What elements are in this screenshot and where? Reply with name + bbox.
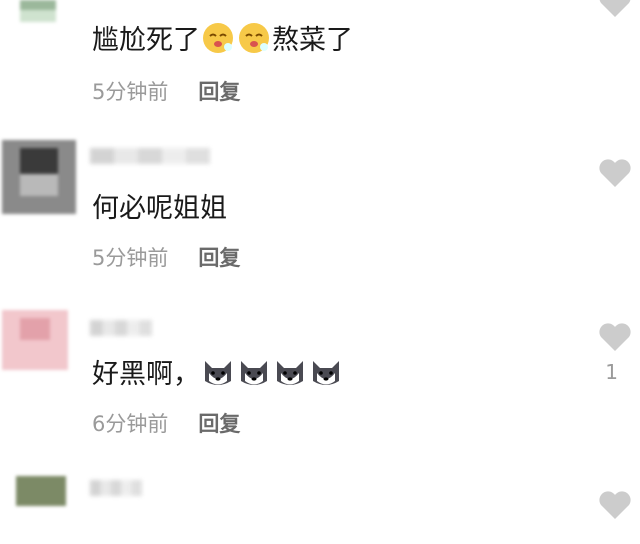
heart-icon[interactable] [598, 158, 632, 188]
avatar[interactable] [2, 300, 76, 374]
comment-text-main: 尴尬死了 [92, 25, 200, 56]
comment-meta: 5分钟前 回复 [92, 242, 240, 272]
comment-text-tail: 熬菜了 [272, 25, 353, 56]
husky-dog-face-icon [241, 360, 267, 385]
comment-text: 何必呢姐姐 [92, 186, 227, 225]
sleepy-face-icon [239, 22, 269, 53]
sleepy-face-icon [203, 22, 233, 53]
comment-time: 5分钟前 [92, 246, 169, 270]
comment-time: 6分钟前 [92, 412, 169, 436]
husky-dog-face-icon [313, 360, 339, 385]
comment-text-main: 何必呢姐姐 [92, 193, 227, 224]
avatar[interactable] [2, 140, 76, 214]
reply-button[interactable]: 回复 [198, 408, 240, 438]
comment-text: 尴尬死了 熬菜了 [92, 18, 353, 57]
heart-icon[interactable] [598, 490, 632, 520]
comment-meta: 5分钟前 回复 [92, 76, 240, 106]
like-count: 1 [605, 360, 618, 384]
username-blurred[interactable] [90, 480, 142, 496]
comment-meta: 6分钟前 回复 [92, 408, 240, 438]
username-blurred[interactable] [90, 320, 152, 336]
comment-text: 好黑啊， [92, 352, 344, 391]
avatar[interactable] [2, 470, 76, 544]
husky-dog-face-icon [205, 360, 231, 385]
comment-text-main: 好黑啊， [92, 359, 200, 390]
heart-icon[interactable] [598, 0, 632, 18]
heart-icon[interactable] [598, 322, 632, 352]
comment-time: 5分钟前 [92, 80, 169, 104]
username-blurred[interactable] [90, 148, 210, 164]
reply-button[interactable]: 回复 [198, 242, 240, 272]
avatar[interactable] [2, 0, 76, 44]
reply-button[interactable]: 回复 [198, 76, 240, 106]
husky-dog-face-icon [277, 360, 303, 385]
